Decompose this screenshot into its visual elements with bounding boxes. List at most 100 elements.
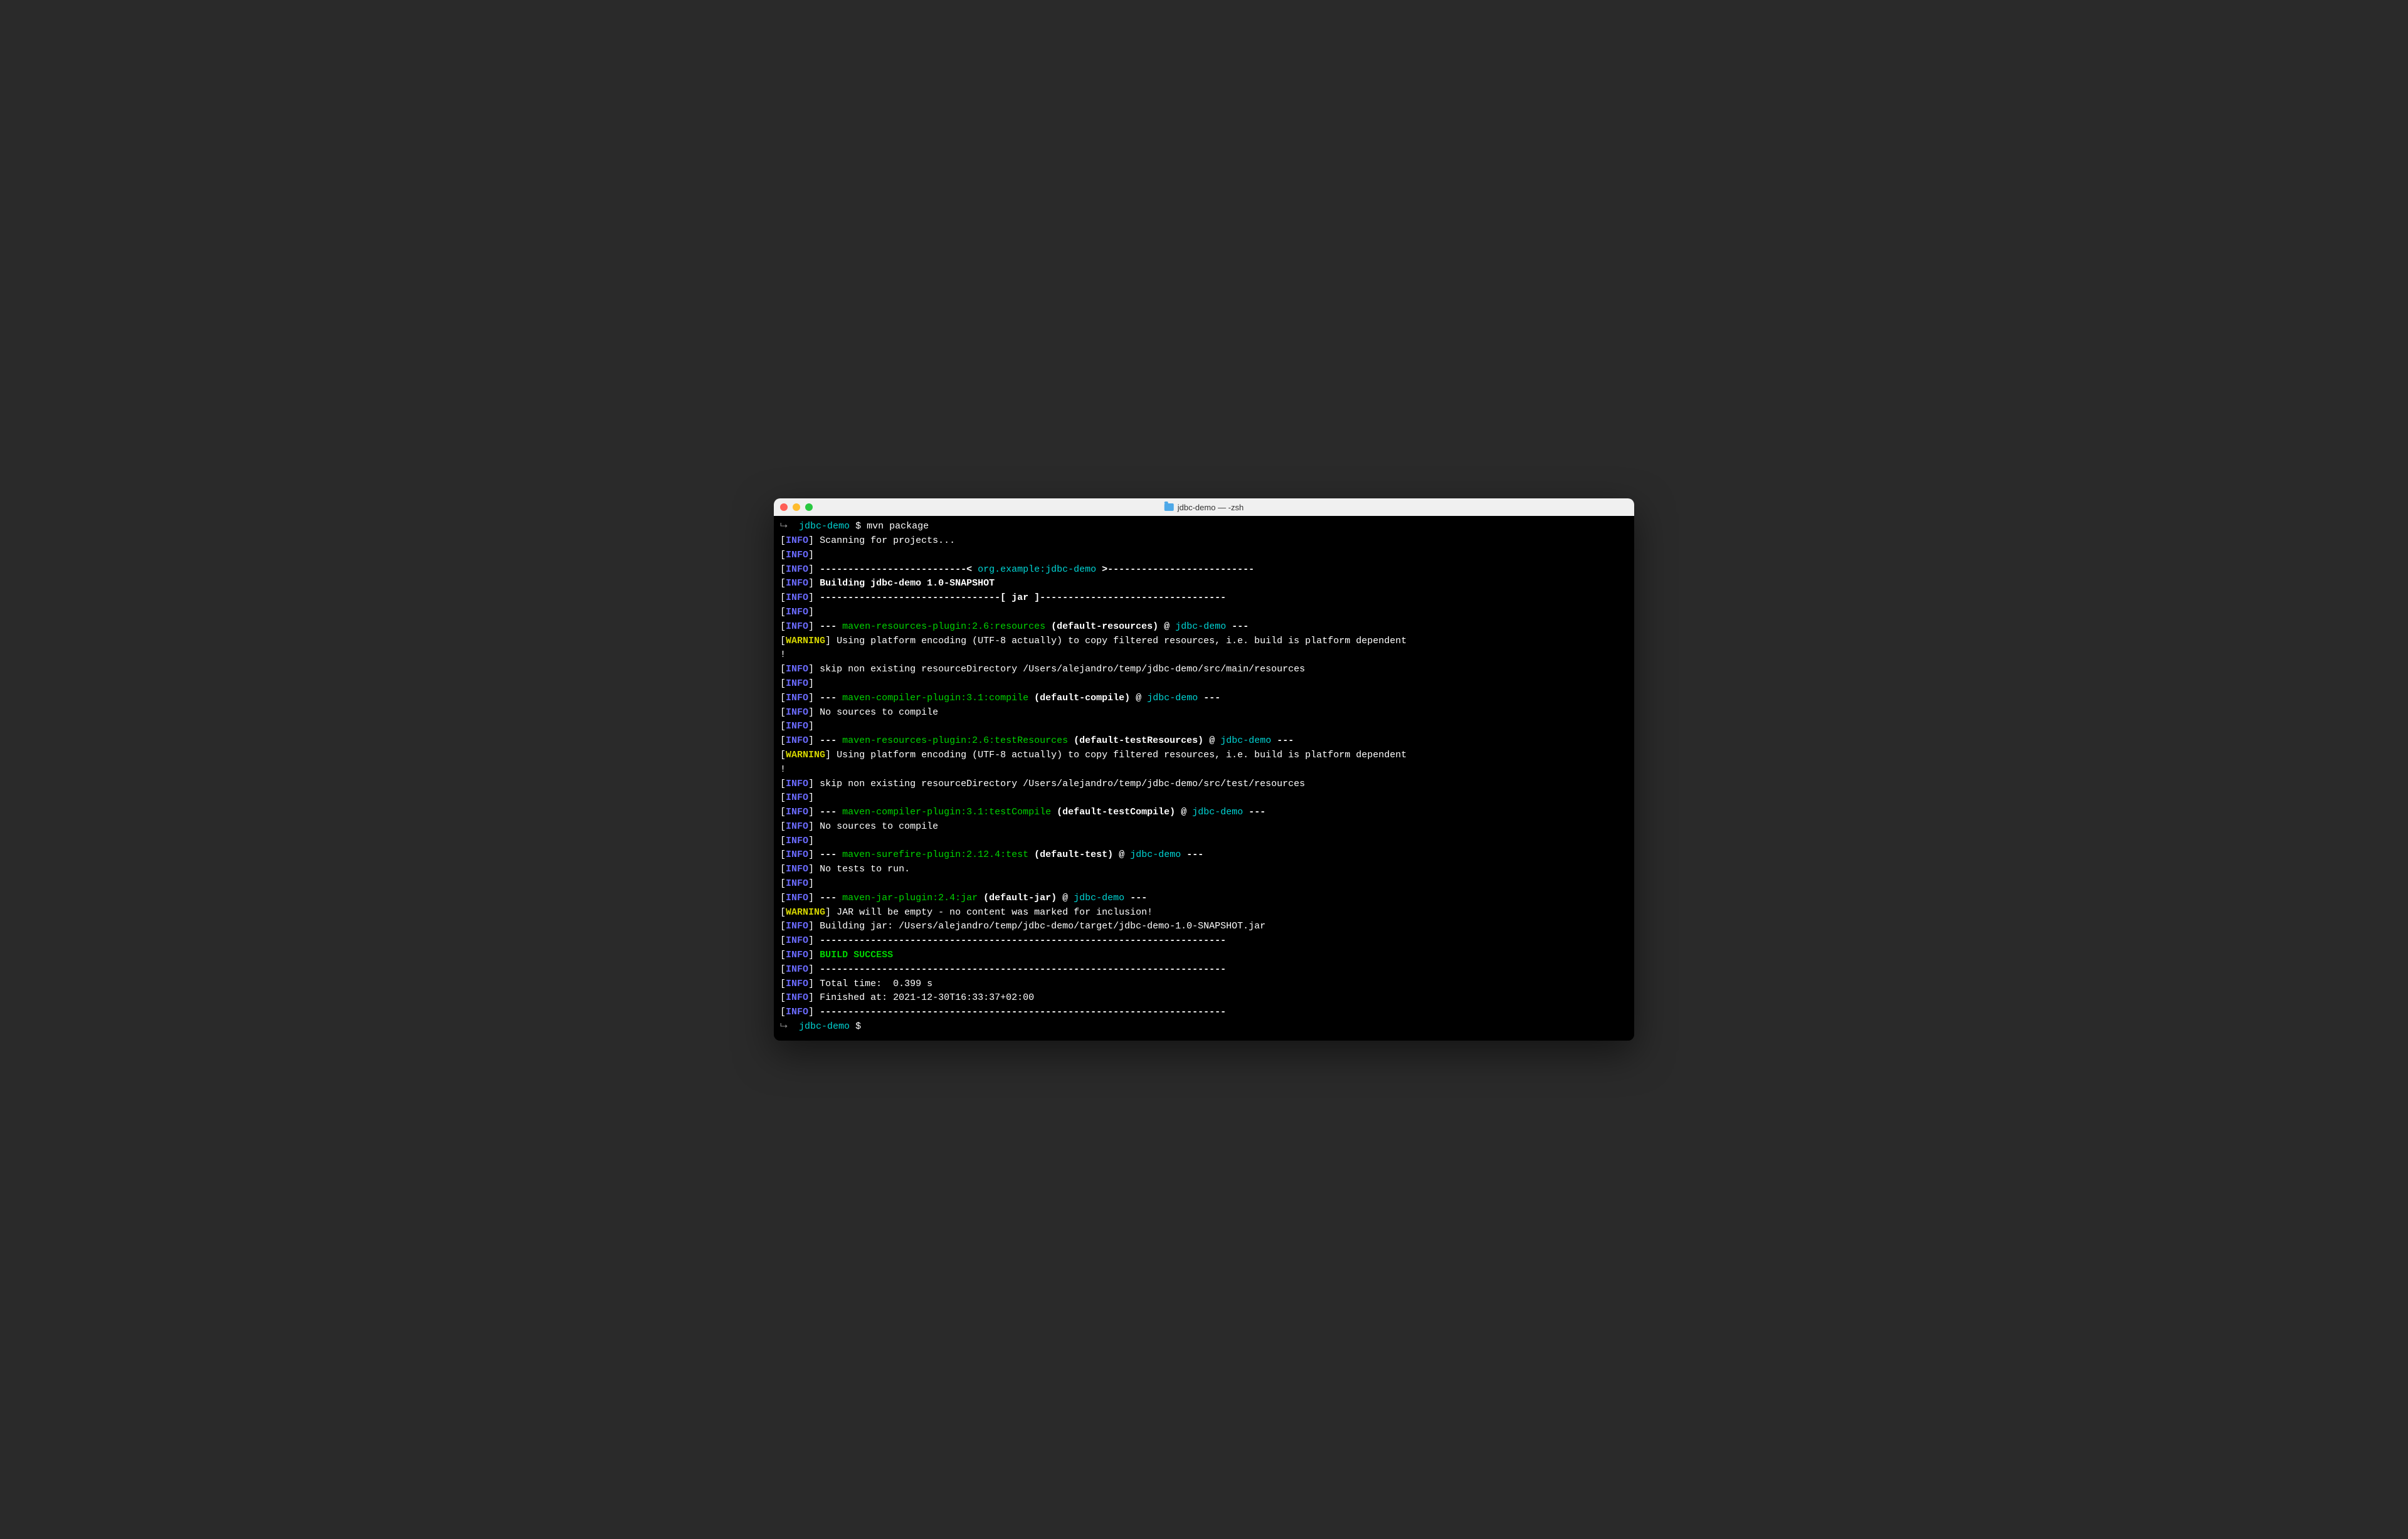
info-tag: INFO xyxy=(786,535,808,546)
text: Scanning for projects... xyxy=(820,535,955,546)
info-tag: INFO xyxy=(786,564,808,575)
output-line: [INFO] BUILD SUCCESS xyxy=(780,948,1628,963)
text: @ xyxy=(1057,893,1074,903)
text: jdbc-demo xyxy=(1130,849,1181,860)
info-tag: INFO xyxy=(786,792,808,803)
titlebar[interactable]: jdbc-demo — -zsh xyxy=(774,498,1634,516)
text: (default-testResources) xyxy=(1068,735,1203,746)
output-line: [INFO] --- maven-resources-plugin:2.6:te… xyxy=(780,734,1628,748)
text: maven-surefire-plugin:2.12.4:test xyxy=(842,849,1028,860)
info-tag: INFO xyxy=(786,950,808,960)
info-tag: INFO xyxy=(786,550,808,560)
output-line: [INFO] Finished at: 2021-12-30T16:33:37+… xyxy=(780,991,1628,1006)
text: @ xyxy=(1113,849,1130,860)
folder-icon xyxy=(1164,503,1174,511)
text: --------------------------< xyxy=(820,564,978,575)
text: (default-resources) xyxy=(1045,621,1158,632)
warning-tag: WARNING xyxy=(786,907,825,918)
text: Using platform encoding (UTF-8 actually)… xyxy=(837,750,1407,760)
text: jdbc-demo xyxy=(1147,693,1198,703)
output-line: [INFO] Total time: 0.399 s xyxy=(780,977,1628,992)
output-line: [WARNING] Using platform encoding (UTF-8… xyxy=(780,634,1628,649)
info-tag: INFO xyxy=(786,735,808,746)
text: --- xyxy=(820,807,842,817)
info-tag: INFO xyxy=(786,921,808,932)
text: ! xyxy=(780,764,786,775)
info-tag: INFO xyxy=(786,849,808,860)
text: skip non existing resourceDirectory /Use… xyxy=(820,779,1305,789)
text: jdbc-demo xyxy=(1074,893,1124,903)
text: --- xyxy=(1124,893,1147,903)
output-line: [INFO] ---------------------------------… xyxy=(780,1006,1628,1020)
terminal-window: jdbc-demo — -zsh ⮡ jdbc-demo $ mvn packa… xyxy=(774,498,1634,1041)
output-line: [INFO] --- maven-resources-plugin:2.6:re… xyxy=(780,620,1628,634)
info-tag: INFO xyxy=(786,779,808,789)
output-line: [INFO] --- maven-compiler-plugin:3.1:tes… xyxy=(780,806,1628,820)
info-tag: INFO xyxy=(786,935,808,946)
output-line: [INFO] Building jar: /Users/alejandro/te… xyxy=(780,920,1628,934)
text: >-------------------------- xyxy=(1096,564,1254,575)
info-tag: INFO xyxy=(786,992,808,1003)
build-success: BUILD SUCCESS xyxy=(820,950,893,960)
text: --- xyxy=(820,893,842,903)
text: ----------------------------------------… xyxy=(820,935,1226,946)
text: jdbc-demo xyxy=(1192,807,1243,817)
info-tag: INFO xyxy=(786,621,808,632)
info-tag: INFO xyxy=(786,979,808,989)
warning-tag: WARNING xyxy=(786,636,825,646)
output-line: ! xyxy=(780,763,1628,777)
info-tag: INFO xyxy=(786,964,808,975)
terminal-content[interactable]: ⮡ jdbc-demo $ mvn package [INFO] Scannin… xyxy=(774,516,1634,1041)
info-tag: INFO xyxy=(786,1007,808,1017)
text: org.example:jdbc-demo xyxy=(978,564,1096,575)
warning-tag: WARNING xyxy=(786,750,825,760)
text: maven-resources-plugin:2.6:resources xyxy=(842,621,1045,632)
output-line: [INFO] xyxy=(780,677,1628,691)
traffic-lights xyxy=(780,503,813,511)
info-tag: INFO xyxy=(786,721,808,732)
text: @ xyxy=(1203,735,1220,746)
text: --- xyxy=(1271,735,1294,746)
output-line: [INFO] ---------------------------------… xyxy=(780,934,1628,948)
minimize-button[interactable] xyxy=(793,503,800,511)
prompt-dir: jdbc-demo xyxy=(799,1021,850,1032)
text: (default-jar) xyxy=(978,893,1057,903)
text: Using platform encoding (UTF-8 actually)… xyxy=(837,636,1407,646)
info-tag: INFO xyxy=(786,864,808,875)
text: --- xyxy=(1181,849,1203,860)
text: @ xyxy=(1130,693,1147,703)
prompt-line: ⮡ jdbc-demo $ xyxy=(780,1020,1628,1034)
text: (default-compile) xyxy=(1028,693,1130,703)
text: @ xyxy=(1158,621,1175,632)
output-line: [INFO] xyxy=(780,549,1628,563)
command: mvn package xyxy=(867,521,929,532)
prompt-icon: ⮡ xyxy=(780,1021,793,1032)
text: jdbc-demo xyxy=(1175,621,1226,632)
output-line: [INFO] xyxy=(780,606,1628,620)
close-button[interactable] xyxy=(780,503,788,511)
text: maven-compiler-plugin:3.1:compile xyxy=(842,693,1028,703)
output-line: [INFO] --- maven-jar-plugin:2.4:jar (def… xyxy=(780,891,1628,906)
info-tag: INFO xyxy=(786,893,808,903)
info-tag: INFO xyxy=(786,578,808,589)
prompt-dir: jdbc-demo xyxy=(799,521,850,532)
text: No sources to compile xyxy=(820,707,938,718)
text: Building jar: /Users/alejandro/temp/jdbc… xyxy=(820,921,1265,932)
info-tag: INFO xyxy=(786,678,808,689)
text: @ xyxy=(1175,807,1192,817)
output-line: [INFO] xyxy=(780,791,1628,806)
text: No sources to compile xyxy=(820,821,938,832)
text: --- xyxy=(820,735,842,746)
output-line: [INFO] --------------------------------[… xyxy=(780,591,1628,606)
output-line: [INFO] No tests to run. xyxy=(780,863,1628,877)
info-tag: INFO xyxy=(786,821,808,832)
text: jdbc-demo xyxy=(1220,735,1271,746)
prompt-line: ⮡ jdbc-demo $ mvn package xyxy=(780,520,1628,534)
text: JAR will be empty - no content was marke… xyxy=(837,907,1153,918)
text: maven-resources-plugin:2.6:testResources xyxy=(842,735,1068,746)
maximize-button[interactable] xyxy=(805,503,813,511)
text: ----------------------------------------… xyxy=(820,964,1226,975)
text: ----------------------------------------… xyxy=(820,1007,1226,1017)
info-tag: INFO xyxy=(786,836,808,846)
info-tag: INFO xyxy=(786,664,808,675)
